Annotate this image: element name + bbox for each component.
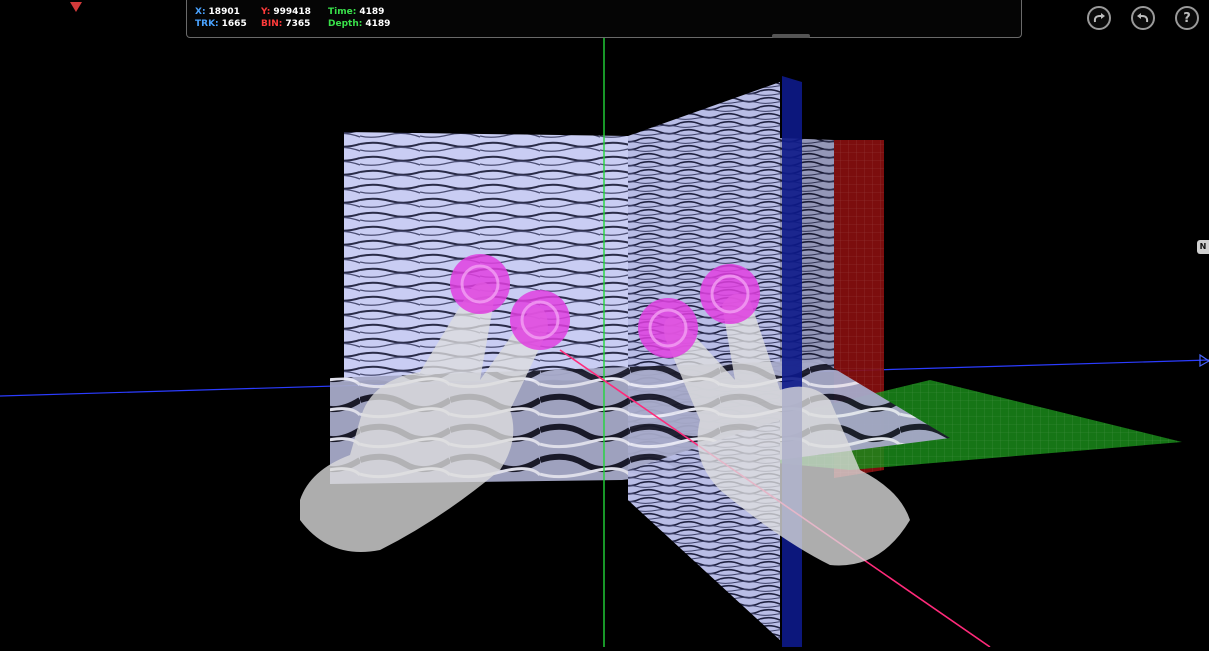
time-value: 4189 — [359, 7, 385, 17]
x-value: 18901 — [208, 7, 240, 17]
coordinate-readout-panel: X: 18901 Y: 999418 Time: 4189 TRK: 1665 BIN:… — [186, 0, 1022, 38]
y-readout: Y: 999418 — [261, 7, 311, 18]
seismic-scene[interactable] — [0, 0, 1209, 648]
x-readout: X: 18901 — [195, 7, 240, 18]
help-icon: ? — [1183, 10, 1191, 26]
side-panel-tab-label: N — [1199, 242, 1207, 251]
help-button[interactable]: ? — [1175, 6, 1199, 30]
blue-crossline-plane — [782, 76, 802, 647]
redo-button[interactable] — [1087, 6, 1111, 30]
depth-value: 4189 — [365, 19, 391, 29]
y-value: 999418 — [273, 7, 311, 17]
undo-icon — [1137, 13, 1149, 23]
x-label: X: — [195, 7, 206, 17]
bin-readout: BIN: 7365 — [261, 19, 310, 30]
depth-readout: Depth: 4189 — [328, 19, 390, 30]
trk-value: 1665 — [221, 19, 247, 29]
bin-value: 7365 — [285, 19, 311, 29]
redo-icon — [1093, 13, 1105, 23]
touch-point-left-2 — [510, 290, 570, 350]
trk-readout: TRK: 1665 — [195, 19, 247, 30]
3d-viewport[interactable] — [0, 0, 1209, 648]
bin-label: BIN: — [261, 19, 283, 29]
depth-label: Depth: — [328, 19, 363, 29]
time-label: Time: — [328, 7, 357, 17]
trk-label: TRK: — [195, 19, 219, 29]
touch-point-left-1 — [450, 254, 510, 314]
touch-point-right-2 — [700, 264, 760, 324]
side-panel-tab[interactable]: N — [1197, 240, 1209, 254]
orientation-triangle-icon — [70, 2, 82, 12]
time-readout: Time: 4189 — [328, 7, 384, 18]
y-label: Y: — [261, 7, 271, 17]
touch-point-right-1 — [638, 298, 698, 358]
panel-drag-handle[interactable] — [772, 34, 810, 38]
undo-button[interactable] — [1131, 6, 1155, 30]
